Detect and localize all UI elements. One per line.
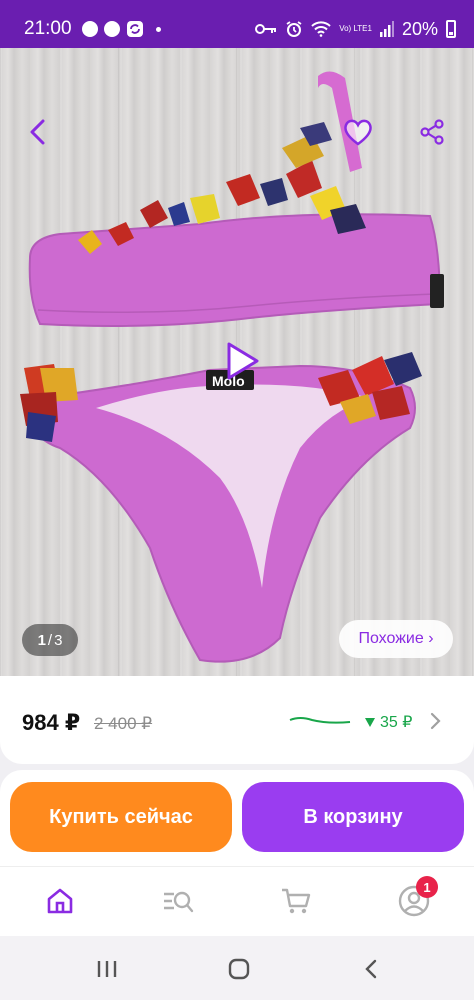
signal-icon bbox=[379, 21, 394, 37]
play-video-button[interactable] bbox=[217, 338, 263, 384]
action-bar: Купить сейчас В корзину bbox=[0, 770, 474, 866]
price-history-graph[interactable] bbox=[288, 712, 352, 737]
home-icon bbox=[47, 888, 73, 914]
battery-percent: 20% bbox=[401, 18, 438, 39]
cart-icon bbox=[282, 888, 311, 914]
bottom-tab-bar bbox=[0, 866, 474, 936]
battery-icon bbox=[446, 20, 456, 38]
status-system-icons: Vo) LTE1 20% bbox=[255, 19, 456, 40]
triangle-down-icon bbox=[365, 718, 375, 727]
image-counter-current: 1 bbox=[37, 631, 46, 649]
system-navigation-bar bbox=[0, 936, 474, 1000]
system-home-button[interactable] bbox=[224, 954, 254, 984]
notification-circle-icon bbox=[81, 21, 98, 37]
play-icon bbox=[227, 342, 259, 380]
price-drop-amount: 35 ₽ bbox=[380, 714, 413, 731]
recent-apps-button[interactable] bbox=[92, 954, 122, 984]
product-photo[interactable]: Molo 1 / 3 Похожие › bbox=[0, 48, 474, 678]
favorite-button[interactable] bbox=[340, 114, 376, 150]
notification-circle-icon bbox=[103, 21, 120, 37]
chevron-left-icon bbox=[30, 119, 45, 145]
image-counter-total: 3 bbox=[54, 631, 63, 649]
status-time: 21:00 bbox=[24, 18, 72, 39]
chevron-right-icon bbox=[430, 712, 441, 730]
system-back-button[interactable] bbox=[356, 954, 386, 984]
image-counter: 1 / 3 bbox=[22, 624, 78, 656]
system-home-icon bbox=[228, 958, 250, 980]
wifi-icon bbox=[311, 21, 331, 37]
heart-icon bbox=[344, 119, 372, 146]
tab-cart[interactable] bbox=[278, 883, 314, 919]
recent-apps-icon bbox=[97, 961, 117, 977]
price-trend-sparkline-icon bbox=[289, 717, 351, 724]
image-counter-separator: / bbox=[47, 631, 53, 649]
profile-notification-badge: 1 bbox=[416, 876, 438, 898]
share-icon bbox=[420, 119, 444, 145]
status-notification-icons bbox=[81, 20, 161, 38]
key-icon bbox=[255, 24, 277, 34]
more-notifications-dot-icon bbox=[155, 26, 161, 32]
current-price: 984 ₽ bbox=[22, 710, 81, 735]
sync-icon bbox=[126, 21, 143, 37]
catalog-search-icon bbox=[164, 891, 194, 913]
add-to-cart-button[interactable]: В корзину bbox=[242, 782, 464, 852]
network-label: Vo) LTE1 bbox=[339, 24, 372, 33]
buy-now-button[interactable]: Купить сейчас bbox=[10, 782, 232, 852]
alarm-icon bbox=[286, 21, 302, 37]
tab-home[interactable] bbox=[42, 883, 78, 919]
tab-catalog-search[interactable] bbox=[160, 883, 196, 919]
price-drop[interactable]: 35 ₽ bbox=[364, 712, 412, 732]
similar-items-button[interactable]: Похожие › bbox=[339, 620, 453, 658]
back-button[interactable] bbox=[20, 114, 56, 150]
share-button[interactable] bbox=[414, 114, 450, 150]
old-price: 2 400 ₽ bbox=[94, 714, 153, 733]
system-back-icon bbox=[365, 959, 377, 979]
price-details-button[interactable] bbox=[428, 711, 442, 736]
